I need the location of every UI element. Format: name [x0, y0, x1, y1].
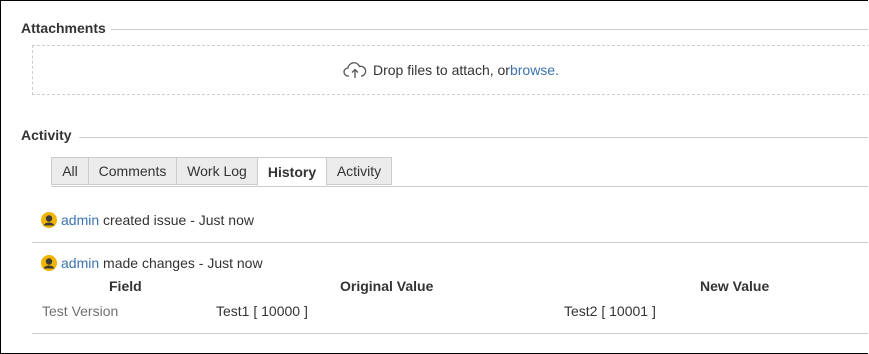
user-avatar-icon[interactable] [41, 212, 57, 228]
tab-activity[interactable]: Activity [326, 157, 392, 185]
tab-all[interactable]: All [51, 157, 89, 185]
activity-divider [79, 137, 868, 138]
entry-divider [32, 333, 868, 334]
activity-heading: Activity [21, 127, 72, 143]
activity-tabs: All Comments Work Log History Activity [51, 157, 868, 187]
user-avatar-icon[interactable] [41, 255, 57, 271]
column-header-original-value: Original Value [340, 278, 434, 294]
issue-panel: Attachments Drop files to attach, or bro… [0, 0, 868, 354]
entry-action: created issue - Just now [99, 212, 254, 228]
entry-divider [32, 242, 868, 243]
entry-action: made changes - Just now [99, 255, 263, 271]
user-link[interactable]: admin [61, 212, 99, 228]
attachments-heading: Attachments [21, 20, 106, 36]
browse-link[interactable]: browse. [510, 62, 559, 78]
change-original-value: Test1 [ 10000 ] [216, 303, 308, 319]
tab-work-log[interactable]: Work Log [176, 157, 258, 185]
tab-history[interactable]: History [257, 157, 327, 186]
attachment-dropzone[interactable]: Drop files to attach, or browse. [32, 45, 868, 95]
attachments-divider [111, 29, 868, 30]
history-entry: admin made changes - Just now [41, 255, 263, 271]
column-header-field: Field [109, 278, 142, 294]
user-link[interactable]: admin [61, 255, 99, 271]
change-new-value: Test2 [ 10001 ] [564, 303, 656, 319]
column-header-new-value: New Value [700, 278, 770, 294]
tab-comments[interactable]: Comments [88, 157, 177, 185]
history-entry: admin created issue - Just now [41, 212, 254, 228]
cloud-upload-icon [343, 62, 367, 78]
dropzone-text: Drop files to attach, or [373, 62, 510, 78]
change-field-name: Test Version [42, 303, 119, 319]
